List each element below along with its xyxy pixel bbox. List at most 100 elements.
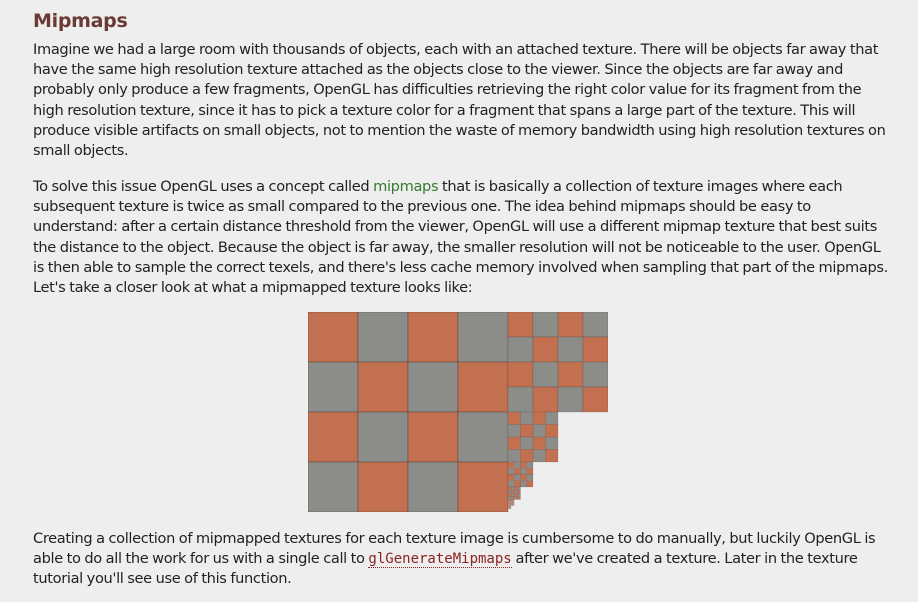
texture-tile (557, 312, 584, 338)
mipmap-level-0 (308, 312, 509, 512)
texture-tile (545, 436, 559, 450)
texture-tile (532, 411, 546, 425)
texture-tile (510, 489, 515, 494)
texture-tile (520, 411, 534, 425)
texture-tile (514, 480, 521, 488)
texture-tile (532, 386, 559, 413)
texture-tile (407, 411, 459, 463)
texture-tile (582, 361, 608, 388)
texture-tile (520, 474, 527, 481)
texture-tile (557, 336, 584, 363)
texture-tile (509, 505, 511, 507)
texture-tile (514, 461, 521, 469)
texture-tile (509, 508, 511, 509)
texture-tile (514, 496, 518, 500)
texture-tile (514, 493, 518, 497)
texture-tile (507, 424, 521, 438)
texture-tile (512, 504, 515, 506)
texture-tile (510, 508, 512, 509)
texture-tile (357, 361, 409, 413)
texture-tile (532, 424, 546, 438)
texture-tile (509, 504, 512, 506)
texture-tile (510, 486, 515, 491)
texture-tile (507, 480, 515, 488)
texture-tile (545, 449, 559, 463)
section-heading: Mipmaps (33, 10, 128, 32)
texture-tile (508, 507, 510, 509)
texture-tile (508, 504, 510, 506)
texture-tile (508, 501, 510, 503)
texture-tile (508, 506, 510, 508)
texture-tile (507, 386, 534, 413)
paragraph-generate-mipmaps: Creating a collection of mipmapped textu… (33, 529, 893, 590)
mipmap-level-3 (507, 461, 534, 488)
texture-tile (520, 461, 527, 469)
mipmaps-link[interactable]: mipmaps (373, 178, 438, 195)
texture-tile (532, 449, 546, 463)
texture-tile (520, 424, 534, 438)
texture-tile (507, 436, 521, 450)
texture-tile (457, 411, 509, 463)
texture-tile (509, 501, 512, 503)
texture-tile (508, 505, 510, 507)
mipmap-texture-figure (308, 312, 608, 512)
texture-tile (510, 493, 515, 497)
mipmap-level-6 (508, 505, 512, 509)
texture-tile (357, 461, 409, 512)
texture-tile (517, 489, 521, 494)
paragraph-text: To solve this issue OpenGL uses a concep… (33, 178, 374, 195)
texture-tile (457, 312, 509, 363)
texture-tile (545, 424, 559, 438)
texture-tile (508, 508, 510, 509)
texture-tile (557, 361, 584, 388)
texture-tile (517, 496, 521, 500)
texture-tile (514, 486, 518, 491)
glgeneratemipmaps-code-link[interactable]: glGenerateMipmaps (368, 551, 512, 569)
texture-tile (512, 502, 515, 505)
texture-tile (511, 501, 513, 503)
mipmap-level-4 (507, 486, 521, 500)
texture-tile (508, 499, 510, 502)
paragraph-intro: Imagine we had a large room with thousan… (33, 41, 886, 160)
texture-tile (520, 480, 527, 488)
texture-tile (507, 486, 512, 491)
texture-tile (511, 504, 513, 506)
texture-tile (457, 461, 509, 512)
texture-tile (507, 468, 515, 475)
mipmap-level-5 (508, 499, 515, 506)
texture-tile (520, 468, 527, 475)
texture-tile (508, 505, 509, 507)
texture-tile (407, 361, 459, 413)
texture-tile (520, 449, 534, 463)
texture-tile (517, 493, 521, 497)
texture-tile (509, 499, 512, 502)
texture-tile (532, 436, 546, 450)
texture-tile (507, 411, 521, 425)
texture-tile (507, 461, 515, 469)
texture-tile (507, 474, 515, 481)
texture-tile (308, 461, 359, 512)
texture-tile (507, 496, 512, 500)
texture-tile (508, 502, 510, 505)
mipmap-level-1 (507, 312, 608, 413)
texture-tile (308, 361, 359, 413)
paragraph-mipmaps-concept: To solve this issue OpenGL uses a concep… (33, 177, 893, 298)
texture-tile (510, 496, 515, 500)
texture-tile (508, 507, 509, 509)
texture-tile (517, 486, 521, 491)
texture-tile (507, 361, 534, 388)
texture-tile (526, 461, 534, 469)
paragraph-text: that is basically a collection of textur… (33, 178, 888, 297)
texture-tile (526, 480, 534, 488)
texture-tile (509, 502, 512, 505)
texture-tile (512, 501, 515, 503)
texture-tile (582, 386, 608, 413)
texture-tile (532, 336, 559, 363)
texture-tile (526, 474, 534, 481)
texture-tile (510, 507, 512, 509)
texture-tile (508, 506, 509, 508)
texture-tile (510, 505, 512, 507)
texture-tile (509, 507, 511, 509)
texture-tile (511, 502, 513, 505)
texture-tile (557, 386, 584, 413)
